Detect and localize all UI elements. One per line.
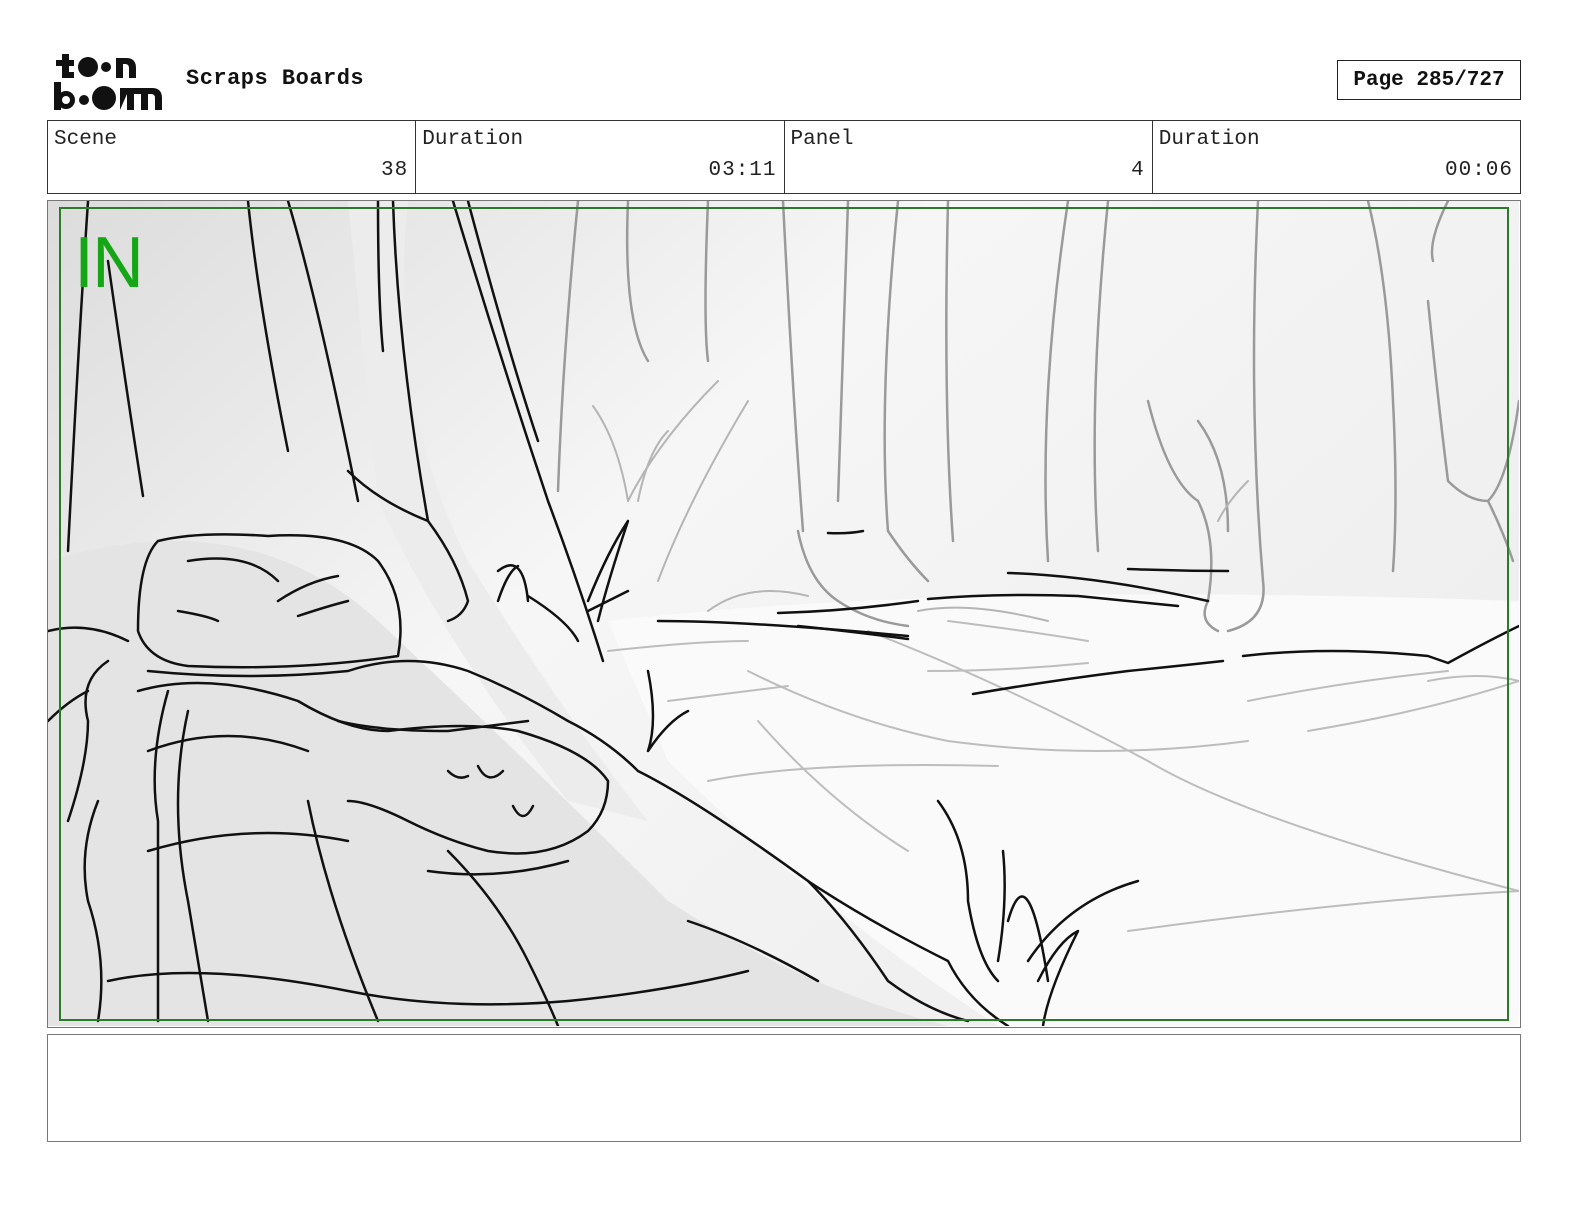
scene-duration-value: 03:11 — [708, 159, 777, 182]
project-title: Scraps Boards — [186, 66, 365, 91]
scene-value: 38 — [381, 159, 409, 182]
scene-cell: Scene 38 — [48, 121, 417, 193]
scene-label: Scene — [54, 128, 118, 151]
panel-duration-label: Duration — [1158, 128, 1260, 151]
panel-info-table: Scene 38 Duration 03:11 Panel 4 Duration… — [47, 120, 1521, 194]
panel-value: 4 — [1131, 159, 1145, 182]
panel-notes-box[interactable] — [47, 1034, 1521, 1142]
panel-cell: Panel 4 — [785, 121, 1153, 193]
scene-duration-cell: Duration 03:11 — [416, 121, 785, 193]
storyboard-panel: IN — [47, 200, 1521, 1028]
panel-duration-cell: Duration 00:06 — [1153, 121, 1520, 193]
scene-duration-label: Duration — [422, 128, 524, 151]
page-indicator: Page 285/727 — [1337, 60, 1521, 100]
panel-label: Panel — [790, 128, 854, 151]
panel-sketch — [48, 201, 1519, 1026]
toon-boom-logo — [52, 52, 164, 112]
panel-duration-value: 00:06 — [1444, 159, 1513, 182]
transition-in-marker: IN — [74, 223, 144, 303]
